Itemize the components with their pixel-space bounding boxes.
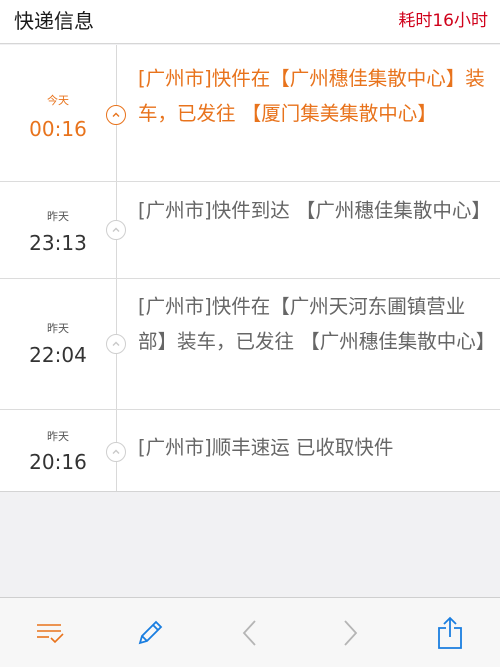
event-description: [广州市]快件在【广州穗佳集散中心】装车，已发往 【厦门集美集散中心】 [138, 67, 485, 125]
chevron-left-icon[interactable] [233, 616, 267, 650]
navigation-header: 快递信息 耗时16小时 [0, 0, 500, 44]
expand-icon[interactable] [106, 220, 126, 240]
timeline-event: 昨天 23:13 [广州市]快件到达 【广州穗佳集散中心】 [0, 182, 500, 279]
timeline-event: 昨天 20:16 [广州市]顺丰速运 已收取快件 [0, 410, 500, 492]
elapsed-time-label: 耗时16小时 [398, 11, 488, 31]
bottom-toolbar [0, 597, 500, 667]
event-day: 昨天 [47, 322, 69, 335]
event-time: 20:16 [29, 450, 87, 474]
expand-icon[interactable] [106, 334, 126, 354]
event-day: 昨天 [47, 210, 69, 223]
event-description: [广州市]快件到达 【广州穗佳集散中心】 [138, 199, 491, 222]
event-time: 00:16 [29, 117, 87, 141]
chevron-right-icon[interactable] [333, 616, 367, 650]
event-description: [广州市]快件在【广州天河东圃镇营业部】装车，已发往 【广州穗佳集散中心】 [138, 295, 496, 353]
event-day: 今天 [47, 94, 69, 107]
event-time: 23:13 [29, 231, 87, 255]
event-day: 昨天 [47, 430, 69, 443]
expand-icon[interactable] [106, 105, 126, 125]
tracking-timeline: 今天 00:16 [广州市]快件在【广州穗佳集散中心】装车，已发往 【厦门集美集… [0, 45, 500, 492]
timeline-event: 今天 00:16 [广州市]快件在【广州穗佳集散中心】装车，已发往 【厦门集美集… [0, 45, 500, 182]
timeline-event: 昨天 22:04 [广州市]快件在【广州天河东圃镇营业部】装车，已发往 【广州穗… [0, 279, 500, 410]
pencil-edit-icon[interactable] [133, 616, 167, 650]
page-title: 快递信息 [14, 9, 94, 33]
event-time: 22:04 [29, 343, 87, 367]
expand-icon[interactable] [106, 442, 126, 462]
event-description: [广州市]顺丰速运 已收取快件 [138, 436, 394, 459]
share-icon[interactable] [433, 616, 467, 650]
list-checklist-icon[interactable] [33, 616, 67, 650]
